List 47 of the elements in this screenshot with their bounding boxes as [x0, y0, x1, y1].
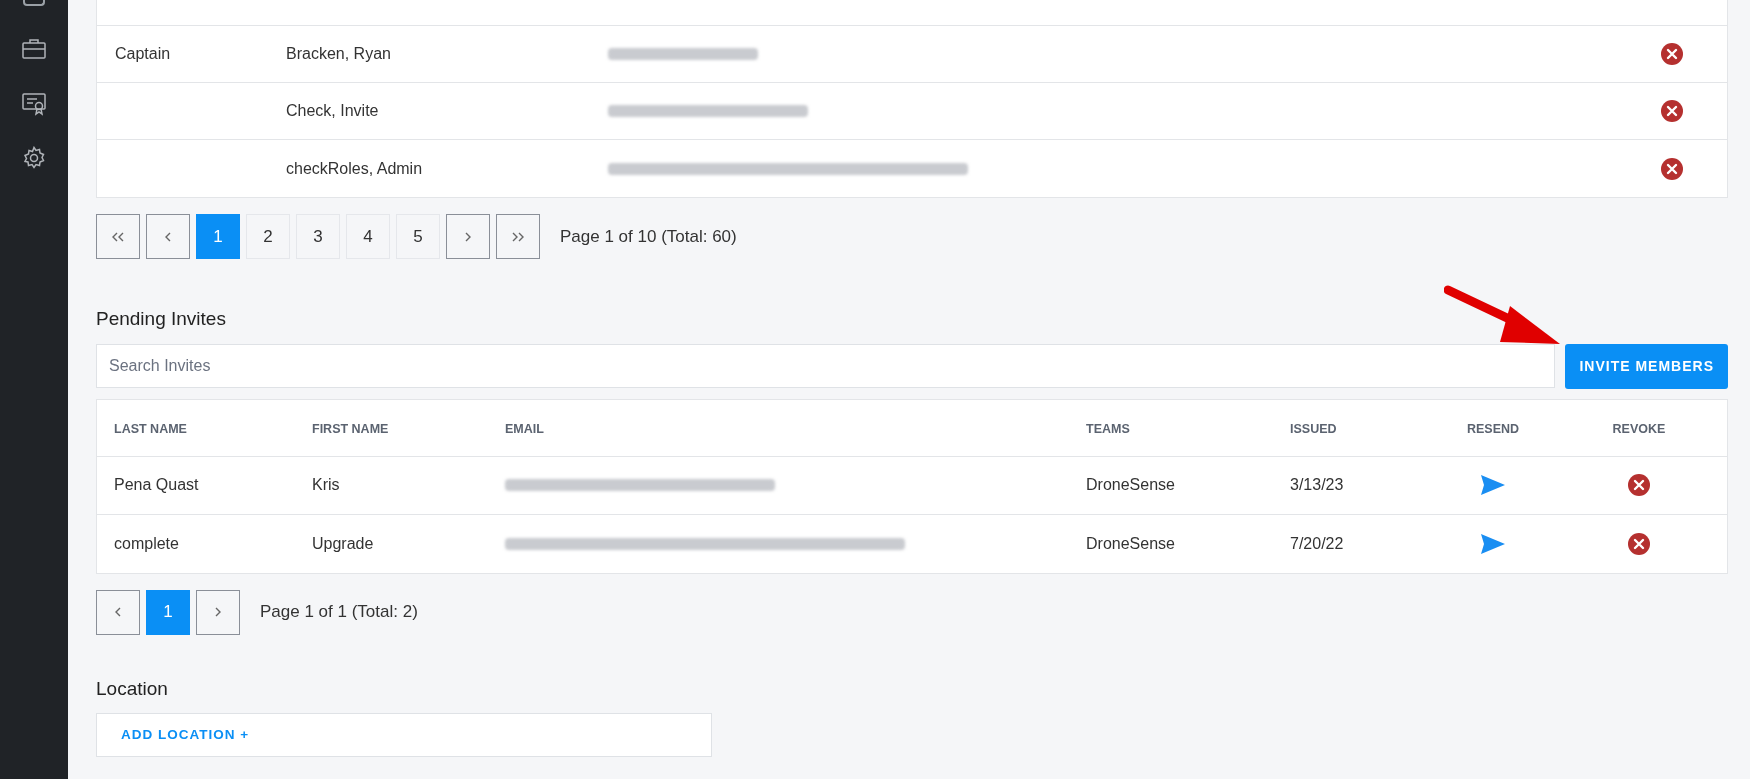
column-header: TEAMS [1086, 421, 1130, 436]
table-cell: Captain [115, 45, 171, 62]
remove-icon[interactable] [1661, 157, 1683, 180]
table-cell: Upgrade [312, 534, 374, 552]
table-cell: DroneSense [1086, 476, 1175, 493]
partial-icon[interactable] [23, 0, 45, 6]
page-summary: Page 1 of 1 (Total: 2) [260, 601, 418, 624]
next-page-button[interactable] [196, 589, 240, 635]
table-cell: 3/13/23 [1290, 476, 1344, 493]
first-page-button[interactable] [96, 214, 140, 259]
next-page-button[interactable] [446, 214, 490, 259]
column-header: REVOKE [1612, 421, 1666, 436]
chevron-icon [511, 230, 525, 243]
table-cell: complete [114, 534, 179, 552]
send-icon[interactable] [1481, 533, 1505, 554]
section-title: Pending Invites [96, 307, 227, 331]
column-header: FIRST NAME [312, 421, 389, 436]
certificate-icon[interactable] [22, 92, 46, 116]
column-header: ISSUED [1290, 421, 1337, 436]
remove-icon[interactable] [1661, 100, 1683, 122]
remove-icon[interactable] [1661, 43, 1683, 65]
page-button[interactable]: 2 [246, 214, 290, 259]
table-cell: Kris [312, 476, 340, 493]
table-cell: Bracken, Ryan [286, 45, 391, 62]
send-icon[interactable] [1481, 475, 1505, 495]
column-header: EMAIL [505, 421, 544, 436]
previous-page-button[interactable] [146, 214, 190, 259]
remove-icon[interactable] [1628, 474, 1650, 496]
settings-icon[interactable] [22, 146, 46, 170]
briefcase-icon[interactable] [22, 38, 46, 60]
search-field[interactable]: Search Invites [96, 343, 1556, 388]
table-cell: DroneSense [1086, 534, 1175, 552]
table-cell: Pena Quast [114, 476, 199, 493]
table-cell: Check, Invite [286, 102, 379, 119]
page-button[interactable]: 5 [396, 214, 440, 259]
page-button[interactable]: 3 [296, 214, 340, 259]
remove-icon[interactable] [1628, 532, 1650, 555]
column-header: RESEND [1466, 421, 1520, 436]
column-header: LAST NAME [114, 421, 187, 436]
chevron-icon [111, 230, 125, 243]
last-page-button[interactable] [496, 214, 540, 259]
section-title: Location [96, 676, 169, 701]
table-cell: checkRoles, Admin [286, 159, 423, 177]
page-button[interactable]: 4 [346, 214, 390, 259]
table-cell: 7/20/22 [1290, 534, 1344, 552]
previous-page-button[interactable] [96, 589, 140, 635]
page-summary: Page 1 of 10 (Total: 60) [560, 225, 737, 248]
